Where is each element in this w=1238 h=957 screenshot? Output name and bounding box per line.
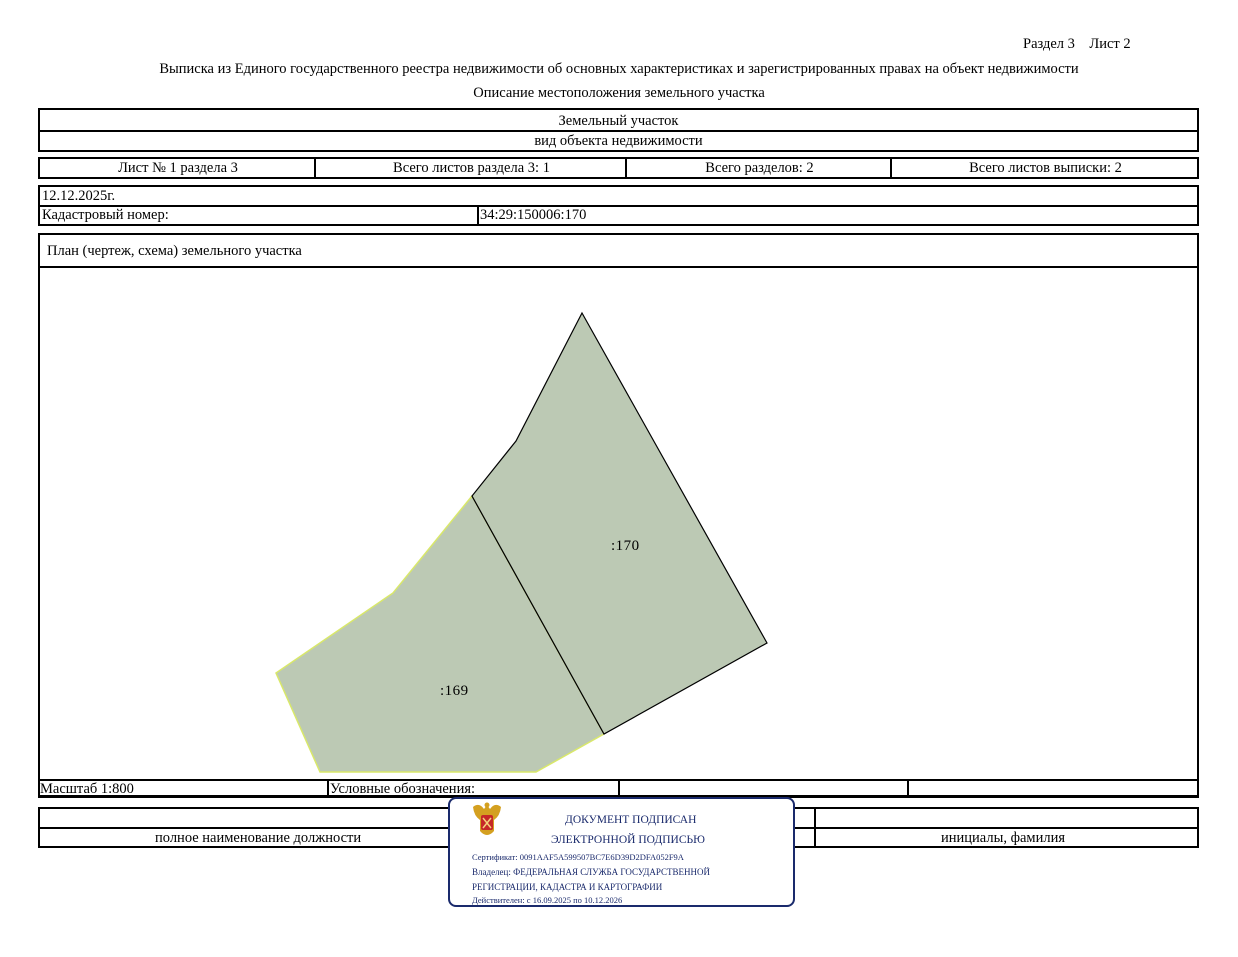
cadastral-number: 34:29:150006:170 [480,207,587,223]
object-type-caption: вид объекта недвижимости [534,133,703,149]
name-caption: инициалы, фамилия [941,830,1066,846]
legend-divider-1 [327,779,329,798]
plan-title-divider [38,266,1199,268]
extract-date: 12.12.2025г. [42,188,116,204]
parcel-169-label: :169 [440,683,469,699]
stamp-certificate: Сертификат: 0091AAF5A599507BC7E6D39D2DFA… [472,852,684,862]
stamp-valid: Действителен: с 16.09.2025 по 10.12.2026 [472,895,623,905]
object-type-divider [38,130,1199,132]
legend-divider-2 [618,779,620,798]
electronic-signature-stamp: ДОКУМЕНТ ПОДПИСАН ЭЛЕКТРОННОЙ ПОДПИСЬЮ С… [448,797,795,907]
plan-title: План (чертеж, схема) земельного участка [47,243,302,259]
legend-label: Условные обозначения: [330,781,476,797]
total-sheets-extract: Всего листов выписки: 2 [969,160,1122,176]
parcel-170-label: :170 [611,538,640,554]
scale-label: Масштаб 1:800 [40,781,134,797]
coat-of-arms-icon [473,802,501,835]
sheet-number: Лист № 1 раздела 3 [118,160,238,176]
stamp-owner-2: РЕГИСТРАЦИИ, КАДАСТРА И КАРТОГРАФИИ [472,882,663,892]
info-divider [38,205,1199,207]
document-subtitle: Описание местоположения земельного участ… [473,85,765,101]
document-title: Выписка из Единого государственного реес… [159,61,1079,77]
info-vdivider [477,205,479,226]
position-caption: полное наименование должности [155,830,362,846]
stamp-line-1: ДОКУМЕНТ ПОДПИСАН [565,814,697,826]
stamp-line-2: ЭЛЕКТРОННОЙ ПОДПИСЬЮ [551,834,705,846]
cadastral-label: Кадастровый номер: [42,207,169,223]
stamp-owner-1: Владелец: ФЕДЕРАЛЬНАЯ СЛУЖБА ГОСУДАРСТВЕ… [472,867,711,877]
plan-frame [38,233,1199,797]
section-sheet: Раздел 3 Лист 2 [1023,36,1131,52]
total-sheets-section: Всего листов раздела 3: 1 [393,160,550,176]
total-sections: Всего разделов: 2 [705,160,814,176]
object-type: Земельный участок [558,113,679,129]
signature-vdivider [814,807,816,848]
legend-divider-3 [907,779,909,798]
